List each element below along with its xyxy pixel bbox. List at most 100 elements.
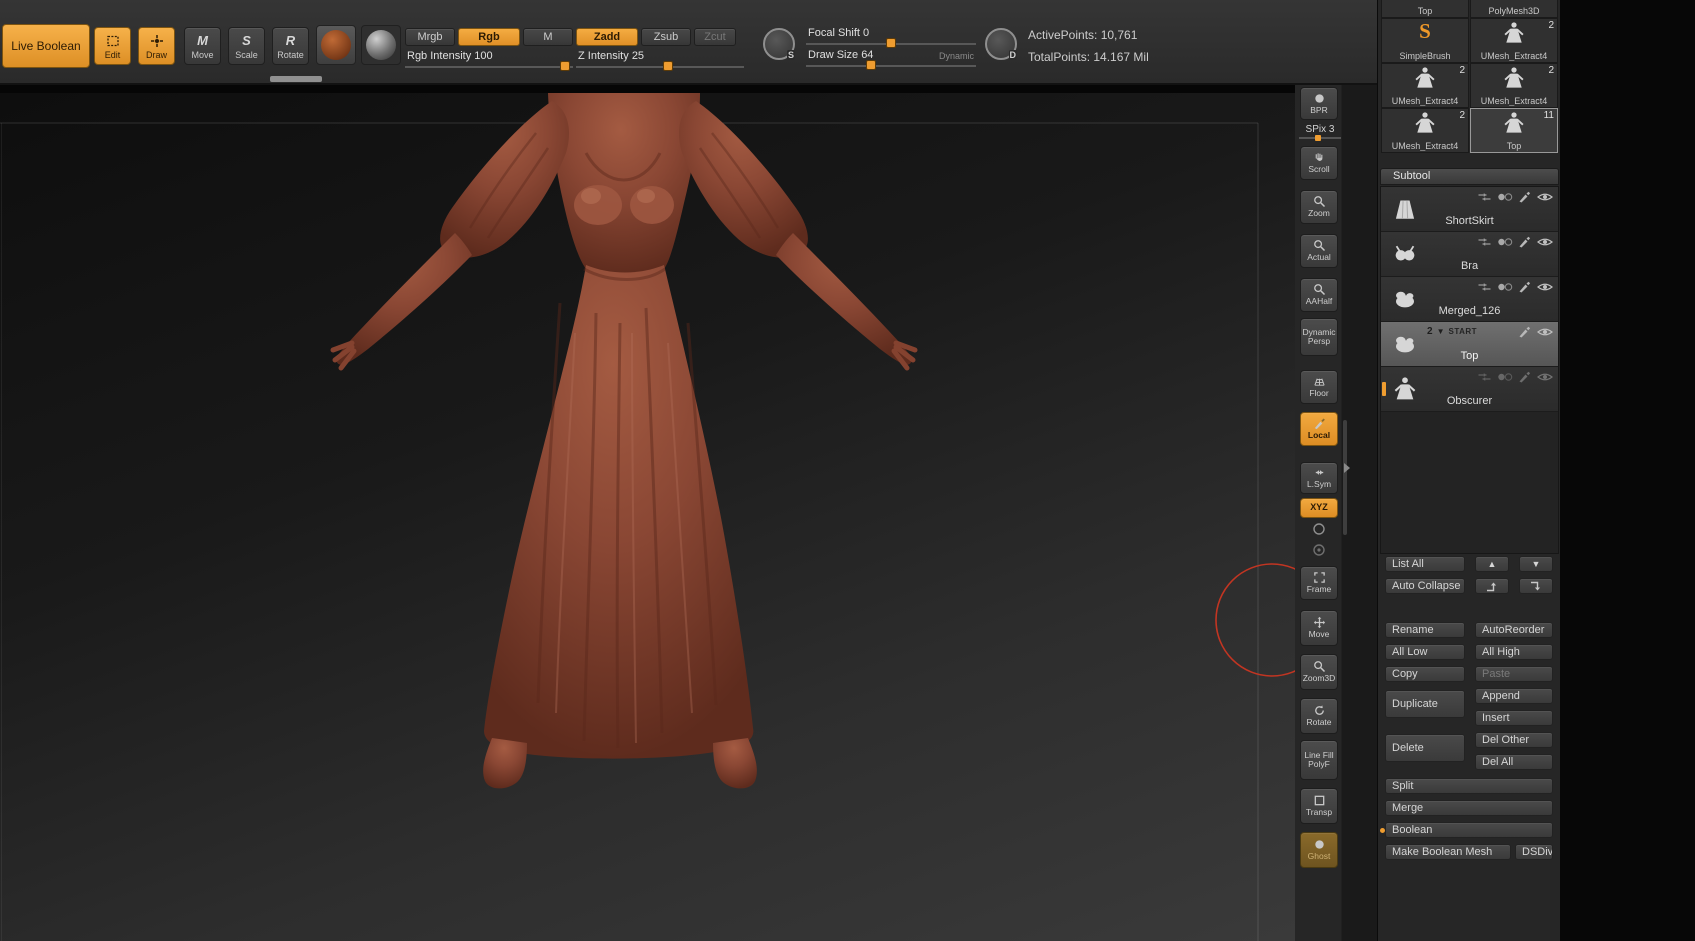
grid-cell-umesh-2[interactable]: 2 UMesh_Extract4 — [1381, 63, 1469, 108]
eye-icon[interactable] — [1537, 326, 1553, 338]
subtool-row-top-selected[interactable]: 2 ▼ START Top — [1381, 322, 1558, 367]
polypaint-toggle-icon[interactable] — [1497, 238, 1513, 246]
subtool-row-obscurer[interactable]: Obscurer — [1381, 367, 1558, 412]
all-high-button[interactable]: All High — [1475, 644, 1553, 660]
delete-button[interactable]: Delete — [1385, 734, 1465, 762]
actual-button[interactable]: Actual — [1300, 234, 1338, 268]
transfer-icon[interactable] — [1477, 237, 1492, 247]
dsdiv-button[interactable]: DSDiv — [1515, 844, 1553, 860]
dynamic-mode-label[interactable]: Dynamic — [939, 51, 974, 61]
rotate-3d-button[interactable]: Rotate — [1300, 698, 1338, 734]
copy-button[interactable]: Copy — [1385, 666, 1465, 682]
zoom3d-button[interactable]: Zoom3D — [1300, 654, 1338, 690]
del-all-button[interactable]: Del All — [1475, 754, 1553, 770]
polypaint-toggle-icon[interactable] — [1497, 373, 1513, 381]
subtool-up-button[interactable]: ▲ — [1475, 556, 1509, 572]
dynamic-persp-button[interactable]: DynamicPersp — [1300, 318, 1338, 356]
all-low-button[interactable]: All Low — [1385, 644, 1465, 660]
mrgb-button[interactable]: Mrgb — [405, 28, 455, 46]
zoom-button[interactable]: Zoom — [1300, 190, 1338, 224]
spix-thumb[interactable] — [1315, 135, 1321, 141]
subtool-row-merged126[interactable]: Merged_126 — [1381, 277, 1558, 322]
insert-button[interactable]: Insert — [1475, 710, 1553, 726]
tray-scrollbar[interactable] — [1343, 420, 1347, 535]
duplicate-button[interactable]: Duplicate — [1385, 690, 1465, 718]
paintbrush-icon[interactable] — [1518, 236, 1532, 248]
grid-cell-umesh-3[interactable]: 2 UMesh_Extract4 — [1470, 63, 1558, 108]
document-canvas[interactable] — [0, 93, 1295, 941]
transp-button[interactable]: Transp — [1300, 788, 1338, 824]
live-boolean-button[interactable]: Live Boolean — [2, 24, 90, 68]
subtool-down-button[interactable]: ▼ — [1519, 556, 1553, 572]
transfer-icon[interactable] — [1477, 282, 1492, 292]
eye-icon[interactable] — [1537, 281, 1553, 293]
subtool-section-header[interactable]: Subtool — [1380, 168, 1559, 185]
draw-size-thumb[interactable] — [866, 60, 876, 70]
subtool-row-bra[interactable]: Bra — [1381, 232, 1558, 277]
grid-cell-top-selected[interactable]: 11 Top — [1470, 108, 1558, 153]
move-3d-button[interactable]: Move — [1300, 610, 1338, 646]
aahalf-button[interactable]: AAHalf — [1300, 278, 1338, 312]
merge-section[interactable]: Merge — [1385, 800, 1553, 816]
paintbrush-icon[interactable] — [1518, 326, 1532, 338]
polypaint-toggle-icon[interactable] — [1497, 283, 1513, 291]
spix-slider[interactable]: SPix 3 — [1299, 124, 1341, 139]
m-button[interactable]: M — [523, 28, 573, 46]
eye-icon[interactable] — [1537, 236, 1553, 248]
local-button[interactable]: Local — [1300, 412, 1338, 446]
move-button[interactable]: M Move — [184, 27, 221, 65]
append-button[interactable]: Append — [1475, 688, 1553, 704]
tray-collapse-arrow[interactable] — [1344, 463, 1350, 473]
scale-button[interactable]: S Scale — [228, 27, 265, 65]
pivot-icon[interactable] — [1312, 543, 1326, 562]
rgb-intensity-thumb[interactable] — [560, 61, 570, 71]
z-intensity-slider[interactable]: Z Intensity 25 — [576, 48, 744, 68]
polypaint-toggle-icon[interactable] — [1497, 193, 1513, 201]
autoreorder-button[interactable]: AutoReorder — [1475, 622, 1553, 638]
grid-cell-umesh-1[interactable]: 2 UMesh_Extract4 — [1470, 18, 1558, 63]
transfer-icon[interactable] — [1477, 372, 1492, 382]
split-section[interactable]: Split — [1385, 778, 1553, 794]
perspective-icon[interactable] — [1312, 522, 1326, 541]
floor-button[interactable]: Floor — [1300, 370, 1338, 404]
z-intensity-thumb[interactable] — [663, 61, 673, 71]
ghost-button[interactable]: Ghost — [1300, 832, 1338, 868]
grid-cell-umesh-4[interactable]: 2 UMesh_Extract4 — [1381, 108, 1469, 153]
boolean-section[interactable]: Boolean — [1385, 822, 1553, 838]
stroke-icon[interactable]: S — [763, 28, 795, 60]
list-all-button[interactable]: List All — [1385, 556, 1465, 572]
eye-icon[interactable] — [1537, 371, 1553, 383]
make-boolean-mesh-button[interactable]: Make Boolean Mesh — [1385, 844, 1511, 860]
move-up-hierarchy-button[interactable] — [1475, 578, 1509, 594]
rotate-button[interactable]: R Rotate — [272, 27, 309, 65]
rgb-intensity-slider[interactable]: Rgb Intensity 100 — [405, 48, 573, 68]
frame-button[interactable]: Frame — [1300, 566, 1338, 600]
rgb-button[interactable]: Rgb — [458, 28, 520, 46]
paste-button[interactable]: Paste — [1475, 666, 1553, 682]
paintbrush-icon[interactable] — [1518, 191, 1532, 203]
rename-button[interactable]: Rename — [1385, 622, 1465, 638]
scroll-button[interactable]: Scroll — [1300, 146, 1338, 180]
grid-cell-polymesh3d[interactable]: PolyMesh3D — [1470, 0, 1558, 18]
current-brush-button[interactable] — [316, 25, 356, 65]
linefill-polyf-button[interactable]: Line FillPolyF — [1300, 740, 1338, 780]
current-texture-button[interactable] — [361, 25, 401, 65]
xyz-button[interactable]: XYZ — [1300, 498, 1338, 518]
zcut-button[interactable]: Zcut — [694, 28, 736, 46]
lsym-button[interactable]: L.Sym — [1300, 462, 1338, 494]
draw-size-slider[interactable]: Draw Size 64 Dynamic — [806, 47, 976, 67]
edit-button[interactable]: Edit — [94, 27, 131, 65]
transfer-icon[interactable] — [1477, 192, 1492, 202]
subtool-row-shortskirt[interactable]: ShortSkirt — [1381, 187, 1558, 232]
dots-stroke-icon[interactable]: D — [985, 28, 1017, 60]
zsub-button[interactable]: Zsub — [641, 28, 691, 46]
zadd-button[interactable]: Zadd — [576, 28, 638, 46]
focal-shift-slider[interactable]: Focal Shift 0 — [806, 25, 976, 45]
paintbrush-icon[interactable] — [1518, 371, 1532, 383]
move-down-hierarchy-button[interactable] — [1519, 578, 1553, 594]
canvas-h-scrollbar[interactable] — [270, 76, 322, 82]
bpr-button[interactable]: BPR — [1300, 87, 1338, 120]
draw-button[interactable]: Draw — [138, 27, 175, 65]
grid-cell-top[interactable]: Top — [1381, 0, 1469, 18]
auto-collapse-button[interactable]: Auto Collapse — [1385, 578, 1465, 594]
